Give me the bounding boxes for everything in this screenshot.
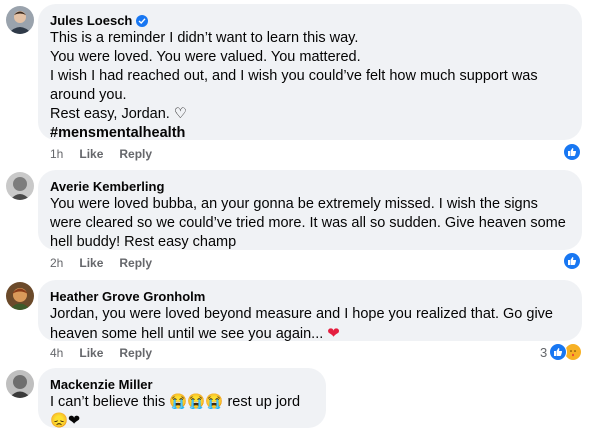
comment-actions: 2h Like Reply	[50, 256, 152, 270]
like-button[interactable]: Like	[79, 256, 103, 270]
comment-text: Jordan, you were loved beyond measure an…	[50, 305, 570, 344]
avatar[interactable]	[6, 370, 34, 398]
comment-body: You were loved bubba, an your gonna be e…	[50, 196, 566, 250]
like-icon	[549, 343, 568, 361]
like-icon[interactable]	[563, 252, 581, 270]
comment-bubble: Jules Loesch This is a reminder I didn’t…	[38, 4, 582, 143]
verified-badge-icon	[136, 14, 149, 27]
author-name[interactable]: Jules Loesch	[50, 12, 132, 29]
comment-text: You were loved bubba, an your gonna be e…	[50, 195, 570, 252]
comment-line: This is a reminder I didn’t want to lear…	[50, 30, 359, 46]
comment-bubble: Mackenzie Miller I can’t believe this 😭😭…	[38, 368, 326, 431]
timestamp[interactable]: 4h	[50, 346, 63, 360]
comment-body: Jordan, you were loved beyond measure an…	[50, 305, 570, 344]
reaction-summary[interactable]: 3	[540, 343, 583, 361]
comment-text: I can’t believe this 😭😭😭 rest up jord 😞❤	[50, 393, 314, 431]
reaction-count: 3	[540, 344, 548, 360]
heart-emoji: ❤	[327, 325, 340, 342]
comment-actions: 4h Like Reply	[50, 346, 152, 360]
comment-line: I wish I had reached out, and I wish you…	[50, 68, 538, 103]
timestamp[interactable]: 1h	[50, 147, 63, 161]
author-name[interactable]: Heather Grove Gronholm	[50, 288, 205, 305]
comment-body-text: Jordan, you were loved beyond measure an…	[50, 306, 553, 342]
comment-actions: 1h Like Reply	[50, 147, 152, 161]
comment: Mackenzie Miller I can’t believe this 😭😭…	[0, 365, 590, 429]
comment-body: I can’t believe this 😭😭😭 rest up jord 😞❤	[50, 394, 301, 429]
avatar[interactable]	[6, 172, 34, 200]
comment-line: You were loved. You were valued. You mat…	[50, 49, 361, 65]
comment: Heather Grove Gronholm Jordan, you were …	[0, 275, 590, 365]
comment-text: This is a reminder I didn’t want to lear…	[50, 29, 570, 143]
comment: Averie Kemberling You were loved bubba, …	[0, 165, 590, 275]
comment-bubble: Averie Kemberling You were loved bubba, …	[38, 170, 582, 250]
reply-button[interactable]: Reply	[119, 346, 152, 360]
comment-line: Rest easy, Jordan. ♡	[50, 106, 187, 122]
avatar[interactable]	[6, 282, 34, 310]
author-name[interactable]: Mackenzie Miller	[50, 376, 153, 393]
comment-bubble: Heather Grove Gronholm Jordan, you were …	[38, 280, 582, 344]
author-name[interactable]: Averie Kemberling	[50, 178, 164, 195]
reply-button[interactable]: Reply	[119, 256, 152, 270]
reply-button[interactable]: Reply	[119, 147, 152, 161]
hashtag-link[interactable]: #mensmentalhealth	[50, 124, 570, 143]
timestamp[interactable]: 2h	[50, 256, 63, 270]
like-icon[interactable]	[563, 143, 581, 161]
avatar[interactable]	[6, 6, 34, 34]
like-button[interactable]: Like	[79, 147, 103, 161]
comment: Jules Loesch This is a reminder I didn’t…	[0, 0, 590, 165]
like-button[interactable]: Like	[79, 346, 103, 360]
